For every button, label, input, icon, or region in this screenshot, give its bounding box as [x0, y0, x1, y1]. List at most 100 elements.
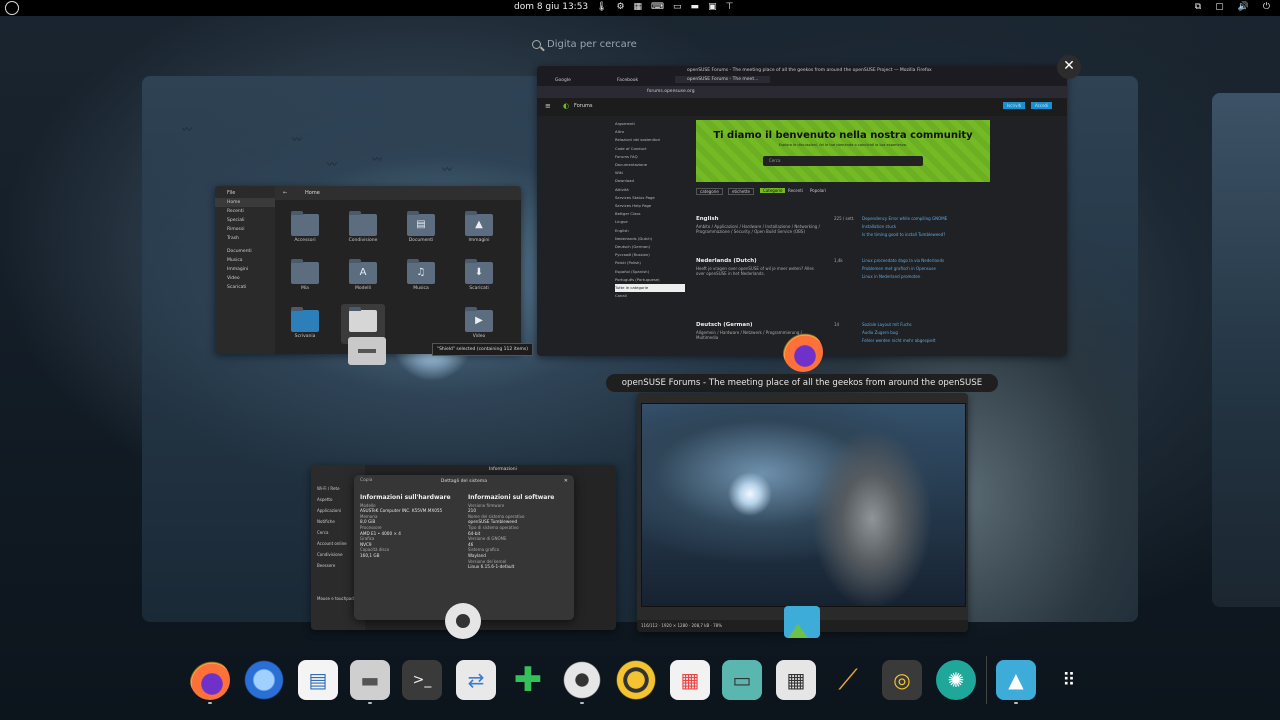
forum-brand: Forums [574, 103, 593, 109]
thunderbird-icon[interactable] [244, 660, 284, 700]
sidebar-item-documents[interactable]: Documenti [215, 247, 275, 256]
signup-button[interactable]: Iscriviti [1003, 102, 1026, 109]
tags-dropdown[interactable]: etichette [728, 188, 754, 195]
sidebar-item-music[interactable]: Musica [215, 256, 275, 265]
rhythmbox-icon[interactable] [616, 660, 656, 700]
banner-subtitle: Esplora le discussioni, fai le tue doman… [778, 143, 908, 147]
browser-tabs: openSUSE Forums - The meeting place of a… [537, 66, 1067, 86]
categories-dropdown[interactable]: categorie [696, 188, 723, 195]
software-info: Informazioni sul software Versione firmw… [468, 494, 555, 570]
grid-icon[interactable]: ▦ [634, 2, 643, 12]
sidebar-item-removed[interactable]: Rimossi [215, 225, 275, 234]
back-icon[interactable]: ← [283, 190, 287, 196]
folder-item[interactable]: ♫ Musica [399, 256, 443, 296]
folder-item[interactable]: Mia [283, 256, 327, 296]
terminal-icon[interactable]: >_ [402, 660, 442, 700]
files-grid: Accessori Condivisione ▤ Documenti ▲ Immag… [275, 200, 521, 354]
category-tabs: categorie etichette Categorie Recenti Po… [696, 186, 990, 198]
writer-icon[interactable]: ▤ [298, 660, 338, 700]
running-indicator [580, 702, 584, 704]
sidebar-item-pictures[interactable]: Immagini [215, 265, 275, 274]
sidebar-item-home[interactable]: Home [215, 198, 275, 207]
folder-item[interactable]: ⬇ Scaricati [457, 256, 501, 296]
firefox-window[interactable]: openSUSE Forums - The meeting place of a… [537, 66, 1067, 356]
next-workspace-thumbnail[interactable] [1212, 93, 1280, 607]
banner-search-input[interactable]: Cerca [763, 156, 923, 166]
drive-icon[interactable]: ▬ [691, 2, 700, 12]
files-sidebar: File Home Recenti Speciali Rimossi Trash… [215, 186, 275, 354]
sidebar-item-downloads[interactable]: Scaricati [215, 283, 275, 292]
sidebar-item-starred[interactable]: Speciali [215, 216, 275, 225]
tab-recent[interactable]: Recenti [788, 188, 803, 193]
tab-facebook[interactable]: Facebook [617, 78, 638, 83]
selection-tooltip: "Shield" selected (containing 112 items) [432, 343, 533, 356]
tab-popular[interactable]: Popolari [810, 188, 826, 193]
display-icon[interactable]: ▣ [708, 2, 717, 12]
settings-app-badge-icon [445, 603, 481, 639]
wallpaper-photo [641, 403, 966, 607]
close-window-button[interactable]: ✕ [1057, 55, 1081, 79]
volume-icon[interactable]: 🔊 [1238, 2, 1249, 12]
hardware-info: Informazioni sull'hardware Modello ASUSTe… [360, 494, 451, 558]
gear-icon[interactable]: ⚙ [616, 2, 624, 12]
running-indicator [1014, 702, 1018, 704]
forum-nav: ≡ ◐ Forums Iscriviti Accedi [537, 98, 1067, 116]
breadcrumb[interactable]: Home [305, 190, 320, 196]
search-icon [532, 39, 541, 49]
files-icon[interactable]: ▬ [350, 660, 390, 700]
power-icon[interactable]: ⏻ [1263, 2, 1270, 12]
folder-item[interactable]: Condivisione [341, 208, 385, 248]
folder-item[interactable]: A Modelli [341, 256, 385, 296]
software-icon[interactable]: ▦ [670, 660, 710, 700]
tweaks-icon[interactable]: ⇄ [456, 660, 496, 700]
folder-item[interactable]: Accessori [283, 208, 327, 248]
keyboard-icon[interactable]: ⌨ [651, 2, 664, 12]
folder-item[interactable]: ▲ Immagini [457, 208, 501, 248]
speaker-icon[interactable]: ◎ [882, 660, 922, 700]
settings-icon[interactable] [562, 660, 602, 700]
close-icon[interactable]: ✕ [564, 478, 568, 484]
image-viewer-icon[interactable]: ▲ [996, 660, 1036, 700]
tab-opensuse[interactable]: openSUSE Forums - The meet... [675, 76, 771, 83]
files-app-badge-icon [348, 337, 386, 365]
folder-item[interactable]: ▶ Video [457, 304, 501, 344]
sidebar-item-videos[interactable]: Video [215, 274, 275, 283]
banner-title: Ti diamo il benvenuto nella nostra commu… [713, 130, 973, 141]
screenshot-icon[interactable]: ⧉ [1195, 2, 1201, 12]
forum-sidebar: Argomenti Altro Relazioni dei sostenitori … [615, 120, 685, 300]
running-indicator [208, 702, 212, 704]
show-apps-icon[interactable]: ⠿ [1050, 660, 1090, 700]
menu-icon[interactable]: ≡ [545, 102, 551, 110]
files-header: ← Home [275, 186, 521, 200]
activities-icon[interactable] [5, 1, 19, 15]
image-viewer-app-badge-icon [784, 606, 820, 638]
tab-google[interactable]: Google [555, 78, 571, 83]
window-title: openSUSE Forums - The meeting place of a… [687, 68, 932, 73]
thermometer-icon[interactable]: 🌡 [596, 2, 607, 12]
category-english[interactable]: English Ambito / Applicazioni / Hardware… [696, 216, 1066, 237]
login-button[interactable]: Accedi [1031, 102, 1053, 109]
sidebar-item-recent[interactable]: Recenti [215, 207, 275, 216]
folder-item[interactable]: ▤ Documenti [399, 208, 443, 248]
overview-search[interactable]: Digita per cercare [532, 36, 752, 52]
clock[interactable]: dom 8 giu 13:53 [514, 2, 588, 12]
system-details-dialog[interactable]: Copia Dettagli del sistema ✕ Informazion… [354, 475, 574, 620]
scanner-icon[interactable]: ▭ [722, 660, 762, 700]
cleaner-icon[interactable]: ⟋ [828, 660, 868, 700]
image-viewer-window[interactable]: 116/112 · 1920 × 1280 · 208,7 kB · 78% [637, 393, 968, 632]
calculator-icon[interactable]: ▦ [776, 660, 816, 700]
files-window[interactable]: File Home Recenti Speciali Rimossi Trash… [215, 186, 521, 354]
folder-item[interactable]: Scrivania [283, 304, 327, 344]
extensions-icon[interactable]: ✚ [508, 660, 548, 700]
window-icon[interactable]: ▢ [1215, 2, 1224, 12]
firefox-icon[interactable] [190, 660, 230, 700]
aperture-icon[interactable]: ✺ [936, 660, 976, 700]
category-german[interactable]: Deutsch (German) Allgemein / Hardware / … [696, 322, 1066, 343]
category-dutch[interactable]: Nederlands (Dutch) Heeft je vragen over … [696, 258, 1066, 279]
sidebar-item-trash[interactable]: Trash [215, 234, 275, 243]
system-tray: 🌡 ⚙ ▦ ⌨ ▭ ▬ ▣ ⊤ [596, 2, 733, 12]
opensuse-logo-icon: ◐ [563, 102, 570, 110]
tab-categories[interactable]: Categorie [760, 188, 786, 193]
battery-icon[interactable]: ▭ [673, 2, 682, 12]
network-tree-icon[interactable]: ⊤ [726, 2, 734, 12]
